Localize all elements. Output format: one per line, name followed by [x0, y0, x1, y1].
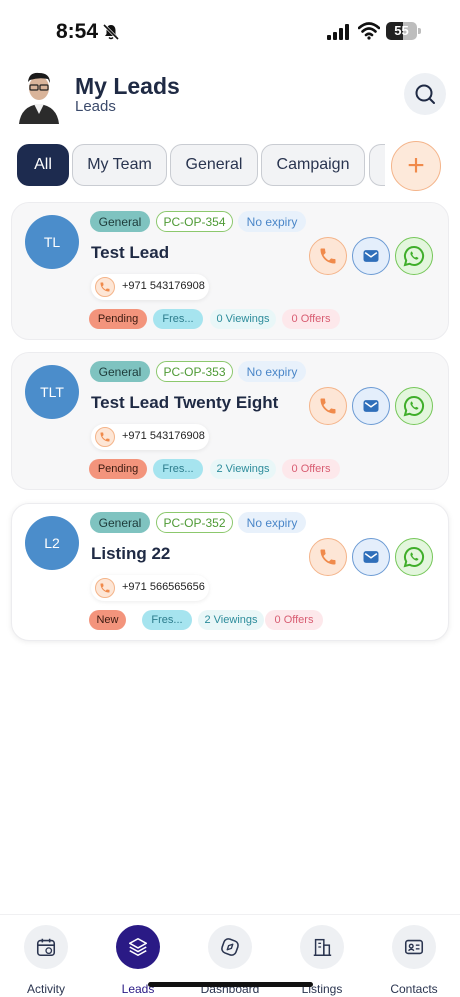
- compass-icon: [208, 925, 252, 969]
- lead-avatar: TL: [25, 215, 79, 269]
- building-icon: [300, 925, 344, 969]
- call-button[interactable]: [309, 387, 347, 425]
- email-icon: [363, 250, 379, 262]
- viewings-badge: 0 Viewings: [210, 309, 276, 329]
- lead-name: Test Lead: [91, 243, 170, 262]
- phone-chip[interactable]: +971 543176908: [91, 274, 209, 300]
- phone-chip[interactable]: +971 543176908: [91, 424, 209, 450]
- page-title: My Leads: [75, 73, 180, 99]
- nav-label: Activity: [26, 982, 65, 996]
- lead-card[interactable]: TLT General PC-OP-353 No expiry Test Lea…: [11, 352, 449, 490]
- tab-my-team[interactable]: My Team: [72, 144, 167, 186]
- page-subtitle: Leads: [75, 98, 116, 115]
- phone-icon: [320, 398, 336, 414]
- battery-indicator: 55: [386, 22, 421, 40]
- whatsapp-button[interactable]: [395, 387, 433, 425]
- source-badge: Fres...: [153, 309, 203, 329]
- offers-badge: 0 Offers: [265, 610, 323, 630]
- phone-number: +971 543176908: [122, 430, 205, 442]
- lead-name: Test Lead Twenty Eight: [91, 393, 279, 412]
- phone-chip[interactable]: +971 566565656: [91, 575, 209, 601]
- email-icon: [363, 400, 379, 412]
- search-button[interactable]: [404, 73, 446, 115]
- phone-icon: [320, 549, 336, 565]
- email-icon: [363, 551, 379, 563]
- whatsapp-button[interactable]: [395, 538, 433, 576]
- lead-expiry-tag: No expiry: [238, 512, 306, 533]
- offers-badge: 0 Offers: [282, 459, 340, 479]
- battery-level: 55: [394, 23, 409, 38]
- nav-item-contacts[interactable]: Contacts: [374, 925, 454, 996]
- add-lead-button[interactable]: +: [391, 141, 441, 191]
- phone-icon: [95, 578, 115, 598]
- user-avatar[interactable]: [17, 68, 61, 124]
- whatsapp-icon: [403, 546, 425, 568]
- phone-icon: [95, 427, 115, 447]
- lead-code-tag: PC-OP-352: [156, 512, 233, 533]
- lead-type-tag: General: [90, 361, 150, 382]
- lead-type-tag: General: [90, 512, 150, 533]
- viewings-badge: 2 Viewings: [198, 610, 264, 630]
- lead-avatar: L2: [25, 516, 79, 570]
- lead-card[interactable]: L2 General PC-OP-352 No expiry Listing 2…: [11, 503, 449, 641]
- lead-name: Listing 22: [91, 544, 171, 563]
- search-icon: [415, 84, 435, 104]
- phone-number: +971 543176908: [122, 280, 205, 292]
- lead-avatar: TLT: [25, 365, 79, 419]
- plus-icon: +: [407, 149, 425, 182]
- tab-campaign[interactable]: Campaign: [261, 144, 365, 186]
- status-badge: Pending: [89, 459, 147, 479]
- nav-item-activity[interactable]: Activity: [6, 925, 86, 996]
- call-button[interactable]: [309, 237, 347, 275]
- email-button[interactable]: [352, 237, 390, 275]
- source-badge: Fres...: [153, 459, 203, 479]
- phone-icon: [95, 277, 115, 297]
- lead-expiry-tag: No expiry: [238, 361, 306, 382]
- phone-icon: [320, 248, 336, 264]
- status-bar: 8:54 55: [0, 0, 460, 62]
- whatsapp-icon: [403, 395, 425, 417]
- lead-card[interactable]: TL General PC-OP-354 No expiry Test Lead…: [11, 202, 449, 340]
- contact-card-icon: [392, 925, 436, 969]
- lead-type-tag: General: [90, 211, 150, 232]
- lead-code-tag: PC-OP-354: [156, 211, 233, 232]
- viewings-badge: 2 Viewings: [210, 459, 276, 479]
- status-badge: New: [89, 610, 126, 630]
- tab-general[interactable]: General: [170, 144, 258, 186]
- cellular-signal-icon: [327, 24, 349, 40]
- lead-expiry-tag: No expiry: [238, 211, 306, 232]
- offers-badge: 0 Offers: [282, 309, 340, 329]
- wifi-icon: [358, 22, 380, 40]
- status-badge: Pending: [89, 309, 147, 329]
- bell-muted-icon: [102, 23, 120, 41]
- whatsapp-button[interactable]: [395, 237, 433, 275]
- nav-label: Contacts: [390, 982, 438, 996]
- lead-code-tag: PC-OP-353: [156, 361, 233, 382]
- email-button[interactable]: [352, 387, 390, 425]
- status-time: 8:54: [56, 20, 99, 43]
- layers-icon: [116, 925, 160, 969]
- home-indicator: [148, 982, 313, 987]
- whatsapp-icon: [403, 245, 425, 267]
- email-button[interactable]: [352, 538, 390, 576]
- call-button[interactable]: [309, 538, 347, 576]
- calendar-icon: [24, 925, 68, 969]
- tab-more-partial[interactable]: [369, 144, 385, 186]
- phone-number: +971 566565656: [122, 581, 205, 593]
- source-badge: Fres...: [142, 610, 192, 630]
- tab-all[interactable]: All: [17, 144, 69, 186]
- filter-tabs: All My Team General Campaign +: [0, 141, 460, 191]
